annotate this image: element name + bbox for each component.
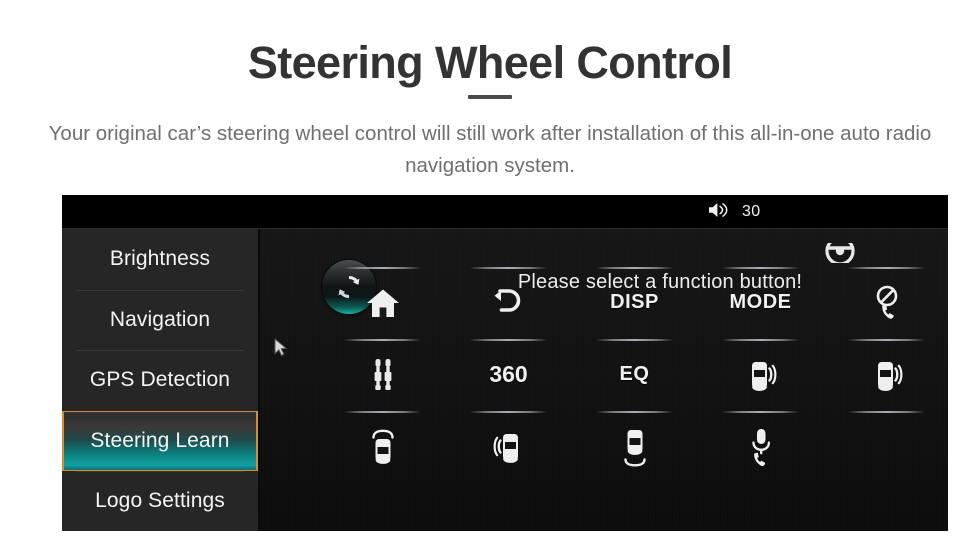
grid-cell-right-sensor-2[interactable] [824, 339, 948, 410]
cell-divider [470, 411, 547, 413]
cell-divider [344, 339, 421, 341]
sidebar-item-label: GPS Detection [89, 368, 231, 392]
cell-divider [344, 267, 421, 269]
grid-cell-right-sensor[interactable] [698, 339, 823, 410]
function-button-grid: DISP MODE 360 EQ [320, 243, 948, 531]
page-root: Steering Wheel Control Your original car… [0, 0, 980, 544]
car-left-sensor-icon [491, 428, 527, 466]
grid-cell-back[interactable] [446, 267, 571, 338]
grid-cell-home[interactable] [320, 267, 445, 338]
mouse-cursor [274, 337, 290, 358]
sidebar-item-label: Logo Settings [95, 489, 225, 513]
grid-cell-left-sensor[interactable] [446, 411, 571, 482]
page-title: Steering Wheel Control [247, 37, 733, 88]
sidebar-item-label: Navigation [109, 307, 211, 331]
car-front-sensor-icon [367, 426, 399, 468]
grid-cell-aux[interactable] [320, 339, 445, 410]
grid-cell-mode[interactable]: MODE [698, 267, 823, 338]
voice-call-icon [746, 426, 776, 468]
cell-divider [848, 267, 925, 269]
cell-divider [722, 267, 799, 269]
page-subtitle: Your original car’s steering wheel contr… [48, 122, 932, 177]
360-label: 360 [489, 361, 528, 387]
steering-wheel-icon [820, 243, 860, 263]
cell-divider [470, 267, 547, 269]
grid-cell-hang-up[interactable] [824, 267, 948, 338]
sidebar-item-label: Brightness [109, 247, 211, 271]
sidebar-item-steering-learn[interactable]: Steering Learn [62, 410, 258, 471]
cell-divider [596, 267, 673, 269]
volume-value: 30 [742, 203, 761, 220]
sidebar-divider [76, 289, 244, 291]
cell-divider [596, 339, 673, 341]
grid-cell-front-sensor[interactable] [320, 411, 445, 482]
title-divider [468, 95, 512, 99]
car-right-sensor-icon [869, 356, 905, 394]
cell-divider [596, 411, 673, 413]
sidebar-divider [76, 350, 244, 351]
sidebar-item-logo-settings[interactable]: Logo Settings [62, 471, 258, 531]
status-bar: 30 [62, 195, 948, 229]
head-unit-screen: 30 Brightness Navigation GPS Detection S… [62, 195, 948, 531]
sidebar-item-gps-detection[interactable]: GPS Detection [62, 350, 258, 411]
settings-sidebar: Brightness Navigation GPS Detection Stee… [62, 229, 258, 531]
grid-cell-empty [824, 411, 948, 482]
sidebar-item-label: Steering Learn [90, 428, 230, 452]
eq-label: EQ [619, 363, 650, 385]
aux-jack-icon [368, 357, 398, 393]
steering-learn-panel: Please select a function button! DISP MO… [260, 229, 948, 531]
volume-indicator[interactable]: 30 [707, 195, 760, 229]
car-rear-sensor-icon [619, 426, 651, 468]
grid-cell-360[interactable]: 360 [446, 339, 571, 410]
home-icon [365, 286, 401, 320]
cell-divider [848, 411, 925, 413]
sidebar-divider [76, 471, 244, 472]
device-body: Brightness Navigation GPS Detection Stee… [62, 229, 948, 531]
sidebar-item-brightness[interactable]: Brightness [62, 229, 258, 290]
cell-divider [344, 411, 421, 413]
car-right-sensor-icon [743, 356, 779, 394]
grid-cell-partial-steering-wheel[interactable] [820, 243, 945, 263]
cell-divider [722, 339, 799, 341]
disp-label: DISP [610, 291, 659, 313]
hang-up-phone-icon [870, 283, 904, 323]
grid-cell-rear-sensor[interactable] [572, 411, 697, 482]
cell-divider [848, 339, 925, 341]
grid-cell-voice-call[interactable] [698, 411, 823, 482]
cell-divider [470, 339, 547, 341]
speaker-icon [707, 201, 728, 224]
cell-divider [722, 411, 799, 413]
back-arrow-icon [490, 286, 528, 320]
grid-cell-eq[interactable]: EQ [572, 339, 697, 410]
grid-cell-disp[interactable]: DISP [572, 267, 697, 338]
sidebar-item-navigation[interactable]: Navigation [62, 289, 258, 351]
mode-label: MODE [729, 291, 792, 313]
